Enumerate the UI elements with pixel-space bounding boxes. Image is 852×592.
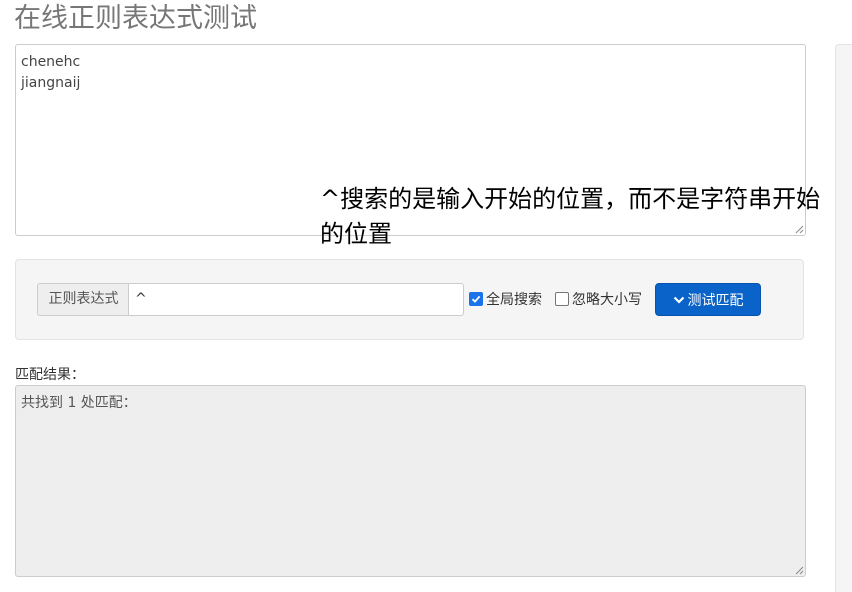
regex-input[interactable]: ^ [128,283,464,316]
regex-label: 正则表达式 [37,283,129,316]
global-search-label: 全局搜索 [486,292,542,308]
page-title: 在线正则表达式测试 [14,3,257,34]
ignore-case-checkbox[interactable] [555,292,569,306]
global-search-option[interactable]: 全局搜索 [469,290,542,308]
test-match-label: 测试匹配 [687,291,744,308]
global-search-checkbox[interactable] [469,292,483,306]
side-panel [835,44,852,592]
annotation-note: ^搜索的是输入开始的位置，而不是字符串开始的位置 [320,185,821,248]
test-match-button[interactable]: 测试匹配 [655,283,761,316]
match-result-output: 共找到 1 处匹配： [15,385,806,577]
ignore-case-option[interactable]: 忽略大小写 [555,290,642,308]
chevron-down-icon [673,295,685,305]
resize-grip-icon[interactable] [795,566,804,575]
ignore-case-label: 忽略大小写 [572,292,642,308]
match-result-label: 匹配结果： [15,367,85,383]
